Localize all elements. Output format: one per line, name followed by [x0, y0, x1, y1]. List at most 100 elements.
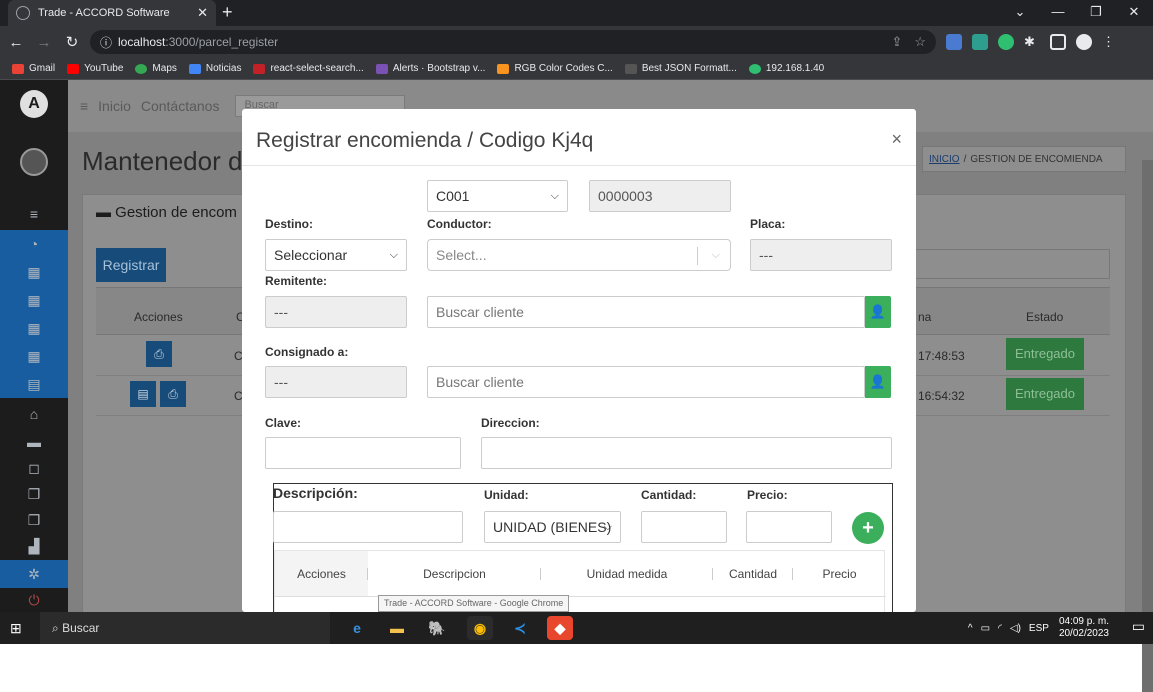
menu-icon[interactable]: ⋮	[1102, 34, 1118, 50]
descripcion-field[interactable]	[273, 511, 463, 543]
col-fecha: na	[918, 310, 932, 324]
col-estado: Estado	[1026, 310, 1064, 324]
print-icon[interactable]: ⎙	[146, 341, 172, 367]
restore-icon[interactable]: ❐	[1077, 0, 1115, 26]
close-tab-icon[interactable]: ✕	[197, 5, 208, 21]
extension-translate-icon[interactable]	[946, 34, 962, 50]
notification-icon[interactable]: ▭	[1132, 618, 1145, 635]
placa-field[interactable]: ---	[750, 239, 892, 271]
chevron-up-icon[interactable]: ^	[968, 623, 973, 634]
close-window-icon[interactable]: ✕	[1115, 0, 1153, 26]
series-select[interactable]: C001 ⌵	[427, 180, 568, 212]
consignado-doc-field[interactable]: ---	[265, 366, 407, 398]
bookmark-icon[interactable]: ◻	[0, 454, 68, 482]
consignado-search-input[interactable]: Buscar cliente	[427, 366, 865, 398]
chevron-down-icon: ⌵	[711, 249, 720, 261]
profile-icon[interactable]	[1076, 34, 1092, 50]
bookmark-star-icon[interactable]: ☆	[914, 34, 926, 50]
number-field[interactable]: 0000003	[589, 180, 731, 212]
language-indicator[interactable]: ESP	[1029, 623, 1049, 634]
back-icon[interactable]: ←	[4, 34, 28, 51]
bookmark-bootstrap-alerts[interactable]: Alerts · Bootstrap v...	[375, 63, 485, 74]
conductor-select[interactable]: Select... ⌵	[427, 239, 731, 271]
bookmark-youtube[interactable]: YouTube	[67, 63, 123, 74]
col-precio: Precio	[822, 566, 857, 581]
register-button[interactable]: Registrar	[96, 248, 166, 282]
puzzle-icon[interactable]: ✱	[1024, 34, 1040, 50]
anydesk-icon[interactable]: ◆	[547, 616, 573, 640]
copy-icon[interactable]: ❐	[0, 506, 68, 534]
remitente-search-input[interactable]: Buscar cliente	[427, 296, 865, 328]
taskbar-search[interactable]: ⌕ Buscar	[40, 612, 330, 644]
add-item-button[interactable]: +	[852, 512, 884, 544]
precio-field[interactable]	[746, 511, 832, 543]
bookmark-gmail[interactable]: Gmail	[12, 63, 55, 74]
nav-contactanos[interactable]: Contáctanos	[141, 98, 220, 114]
wifi-icon[interactable]: ◜	[998, 623, 1002, 634]
precio-label: Precio:	[747, 488, 788, 502]
unidad-select[interactable]: UNIDAD (BIENES) ⌵	[484, 511, 621, 543]
direccion-field[interactable]	[481, 437, 892, 469]
chrome-icon[interactable]: ◉	[467, 616, 493, 640]
reload-icon[interactable]: ↻	[60, 33, 84, 51]
bookmark-noticias[interactable]: Noticias	[188, 63, 241, 74]
volume-icon[interactable]: ◁)	[1010, 623, 1021, 634]
menu-icon[interactable]: ≡	[80, 98, 88, 114]
bookmark-ip[interactable]: 192.168.1.40	[748, 63, 824, 74]
vscode-icon[interactable]: ≺	[507, 616, 533, 640]
react-favicon-icon	[16, 6, 30, 20]
new-tab-icon[interactable]: +	[222, 2, 233, 23]
clipboard-icon[interactable]: ▤	[130, 381, 156, 407]
minimize-icon[interactable]: —	[1039, 0, 1077, 26]
table-search-input[interactable]	[912, 249, 1110, 279]
user-icon[interactable]: 👤	[865, 366, 891, 398]
breadcrumb-home[interactable]: INICIO	[929, 154, 960, 165]
extension-green-icon[interactable]	[998, 34, 1014, 50]
breadcrumb: INICIO / GESTION DE ENCOMIENDA	[922, 146, 1126, 172]
hamburger-icon[interactable]: ≡	[0, 200, 68, 228]
gear-icon[interactable]: ✲	[0, 560, 68, 588]
bookmark-react-select[interactable]: react-select-search...	[253, 63, 364, 74]
destino-select[interactable]: Seleccionar ⌵	[265, 239, 407, 271]
extension-icon[interactable]	[972, 34, 988, 50]
pie-chart-icon[interactable]: ◔	[0, 230, 68, 258]
bookmark-json-formatter[interactable]: Best JSON Formatt...	[624, 63, 737, 74]
boxes-icon[interactable]: ▟	[0, 532, 68, 560]
browser-tab[interactable]: Trade - ACCORD Software ✕	[8, 0, 216, 26]
building-icon[interactable]: ▦	[0, 286, 68, 314]
building-icon[interactable]: ▦	[0, 314, 68, 342]
nav-inicio[interactable]: Inicio	[98, 98, 131, 114]
network-icon[interactable]: ▭	[981, 623, 990, 634]
col-descripcion: Descripcion	[368, 551, 541, 596]
browser-tabstrip: Trade - ACCORD Software ✕ + ⌄ — ❐ ✕	[0, 0, 1153, 26]
sidepanel-icon[interactable]	[1050, 34, 1066, 50]
calculator-icon[interactable]: ▤	[0, 370, 68, 398]
clave-field[interactable]	[265, 437, 461, 469]
clock-date: 20/02/2023	[1058, 628, 1109, 639]
building-icon[interactable]: ▦	[0, 342, 68, 370]
address-bar[interactable]: ⓘ localhost:3000/parcel_register ⇪ ☆	[90, 30, 936, 54]
power-icon[interactable]: ⏻	[0, 586, 68, 614]
items-table-header: Acciones Descripcion Unidad medida Canti…	[275, 551, 886, 597]
user-icon[interactable]: 👤	[865, 296, 891, 328]
share-icon[interactable]: ⇪	[891, 34, 902, 50]
remitente-doc-field[interactable]: ---	[265, 296, 407, 328]
basket-icon[interactable]: ⌂	[0, 400, 68, 428]
edge-icon[interactable]: e	[344, 616, 370, 640]
bookmark-rgb-codes[interactable]: RGB Color Codes C...	[497, 63, 613, 74]
windows-start-icon[interactable]: ⊞	[10, 620, 22, 637]
box-icon[interactable]: ▬	[0, 428, 68, 456]
postgres-icon[interactable]: 🐘	[424, 616, 450, 640]
clock[interactable]: 04:09 p. m. 20/02/2023	[1059, 616, 1109, 640]
window-controls: ⌄ — ❐ ✕	[1001, 0, 1153, 26]
cantidad-field[interactable]	[641, 511, 727, 543]
building-icon[interactable]: ▦	[0, 258, 68, 286]
bookmark-maps[interactable]: Maps	[135, 63, 177, 74]
file-explorer-icon[interactable]: ▬	[384, 616, 410, 640]
copy-icon[interactable]: ❐	[0, 480, 68, 508]
print-icon[interactable]: ⎙	[160, 381, 186, 407]
chevron-down-icon[interactable]: ⌄	[1001, 0, 1039, 26]
forward-icon[interactable]: →	[32, 34, 56, 51]
close-icon[interactable]: ×	[891, 129, 902, 150]
bookmarks-bar: Gmail YouTube Maps Noticias react-select…	[0, 58, 1153, 80]
